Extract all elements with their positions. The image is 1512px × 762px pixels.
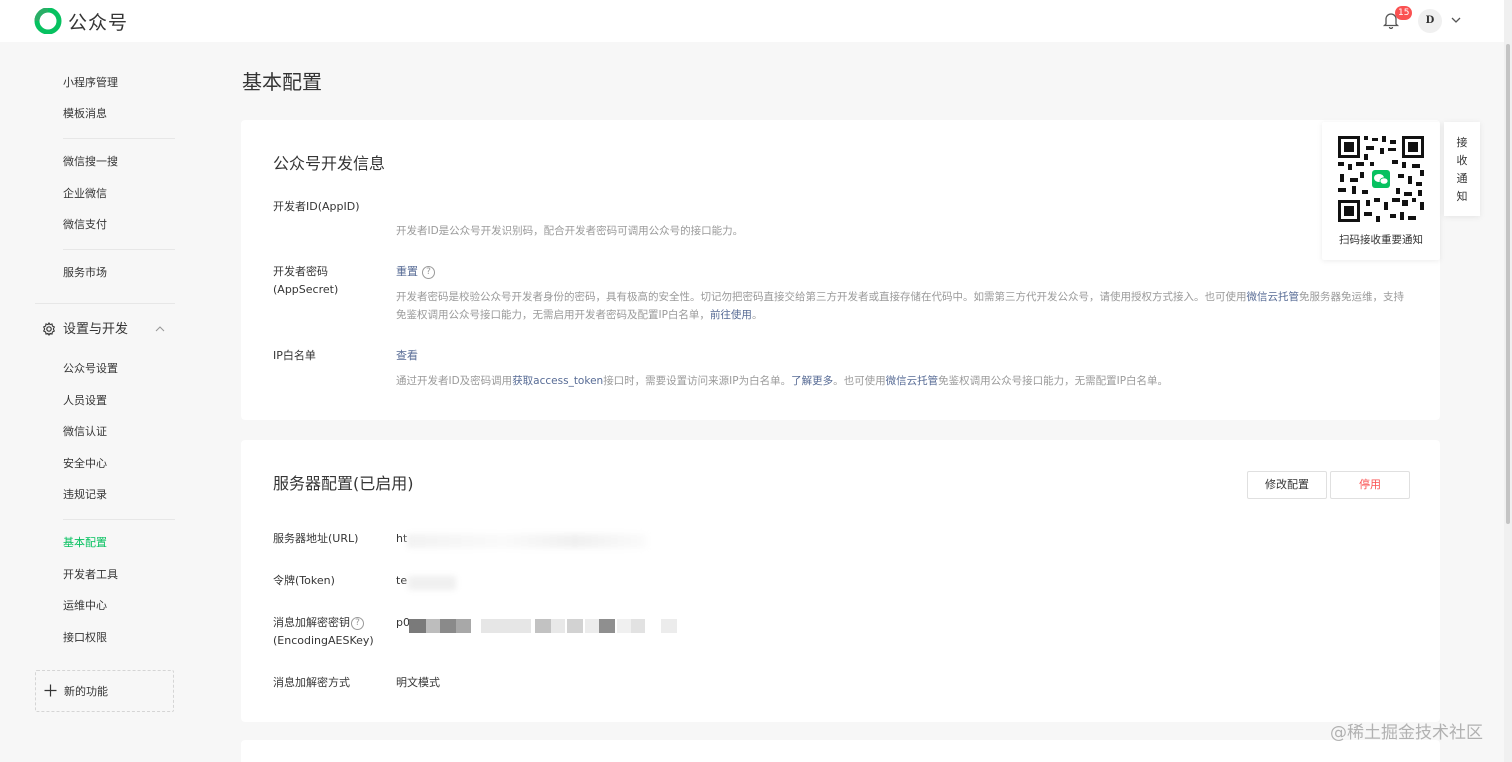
wechat-official-account-logo-icon[interactable]	[34, 8, 62, 34]
gear-icon	[42, 322, 56, 336]
sidebar-item-basic-config[interactable]: 基本配置	[63, 534, 107, 552]
sidebar-item-wechat-search[interactable]: 微信搜一搜	[63, 153, 118, 171]
ip-desc-text-1: 通过开发者ID及密码调用	[396, 375, 513, 387]
redacted-token	[408, 576, 456, 590]
sidebar-item-wechat-verification[interactable]: 微信认证	[63, 423, 107, 441]
receive-notification-tab[interactable]: 接 收 通 知	[1444, 122, 1480, 216]
sidebar-section-settings-dev[interactable]: 设置与开发	[42, 320, 172, 340]
sidebar-divider	[63, 519, 175, 520]
dev-info-card: 公众号开发信息 开发者ID(AppID) 开发者ID是公众号开发识别码，配合开发…	[241, 120, 1440, 420]
server-url-value: ht	[396, 530, 407, 548]
appsecret-desc-text-3: 。	[751, 309, 763, 321]
modify-config-button[interactable]: 修改配置	[1247, 471, 1327, 499]
app-title[interactable]: 公众号	[68, 8, 128, 35]
ip-desc-text-3: 。也可使用	[833, 375, 886, 387]
token-visible-text: te	[396, 574, 408, 587]
aes-key-value: p0	[396, 614, 410, 632]
encrypt-mode-label: 消息加解密方式	[273, 676, 350, 689]
notification-count-badge: 15	[1395, 6, 1413, 20]
sidebar: 小程序管理 模板消息 微信搜一搜 企业微信 微信支付 服务市场 设置与开发 公众…	[0, 42, 200, 762]
sidebar-item-violation-records[interactable]: 违规记录	[63, 486, 107, 504]
aes-key-label-line1: 消息加解密密钥	[273, 616, 350, 629]
page-title: 基本配置	[242, 70, 322, 94]
cloud-hosting-link[interactable]: 微信云托管	[1247, 291, 1300, 303]
sidebar-item-miniprogram[interactable]: 小程序管理	[63, 74, 118, 92]
sidebar-item-ops-center[interactable]: 运维中心	[63, 597, 107, 615]
tab-char: 收	[1456, 154, 1468, 167]
server-config-card: 服务器配置(已启用) 修改配置 停用 服务器地址(URL) ht 令牌(Toke…	[241, 440, 1440, 722]
encrypt-mode-value: 明文模式	[396, 676, 440, 689]
ip-desc-text-4: 免鉴权调用公众号接口能力，无需配置IP白名单。	[938, 375, 1169, 387]
qr-code-icon[interactable]	[1336, 134, 1426, 224]
view-ip-whitelist-link[interactable]: 查看	[396, 347, 418, 365]
qr-notification-panel: 扫码接收重要通知	[1322, 122, 1440, 260]
server-url-label: 服务器地址(URL)	[273, 532, 359, 545]
server-url-visible-text: ht	[396, 532, 408, 545]
help-icon[interactable]: ?	[422, 265, 435, 279]
sidebar-item-account-settings[interactable]: 公众号设置	[63, 360, 118, 378]
tab-char: 通	[1456, 172, 1468, 185]
chevron-up-icon[interactable]	[154, 324, 166, 334]
new-feature-button[interactable]: 新的功能	[35, 670, 174, 712]
sidebar-item-staff-settings[interactable]: 人员设置	[63, 392, 107, 410]
sidebar-divider	[63, 249, 175, 250]
token-label: 令牌(Token)	[273, 574, 335, 587]
go-use-link[interactable]: 前往使用	[710, 309, 752, 321]
access-token-link[interactable]: 获取access_token	[512, 375, 603, 387]
sidebar-divider	[63, 138, 175, 139]
appid-label: 开发者ID(AppID)	[273, 200, 360, 213]
tab-char: 接	[1456, 136, 1468, 149]
sidebar-item-wecom[interactable]: 企业微信	[63, 185, 107, 203]
aes-key-label: 消息加解密密钥? (EncodingAESKey)	[273, 614, 393, 650]
sidebar-item-service-market[interactable]: 服务市场	[63, 264, 107, 282]
ip-whitelist-description: 通过开发者ID及密码调用获取access_token接口时，需要设置访问来源IP…	[396, 372, 1408, 390]
aes-key-label-line2: (EncodingAESKey)	[273, 634, 374, 647]
scrollbar-thumb[interactable]	[1506, 44, 1510, 524]
sidebar-divider	[35, 303, 175, 304]
sidebar-item-developer-tools[interactable]: 开发者工具	[63, 566, 118, 584]
tab-char: 知	[1456, 190, 1468, 203]
disable-button[interactable]: 停用	[1330, 471, 1410, 499]
watermark: @稀土掘金技术社区	[1330, 723, 1483, 743]
qr-caption: 扫码接收重要通知	[1339, 234, 1423, 246]
reset-secret-link[interactable]: 重置	[396, 265, 418, 278]
help-icon[interactable]: ?	[351, 616, 364, 630]
sidebar-item-security-center[interactable]: 安全中心	[63, 455, 107, 473]
chevron-down-icon[interactable]	[1450, 14, 1462, 26]
token-value: te	[396, 572, 407, 590]
new-feature-label: 新的功能	[64, 685, 108, 698]
appsecret-actions: 重置?	[396, 263, 435, 281]
next-section-card	[241, 740, 1440, 762]
appsecret-description: 开发者密码是校验公众号开发者身份的密码，具有极高的安全性。切记勿把密码直接交给第…	[396, 288, 1408, 324]
dev-info-title: 公众号开发信息	[273, 154, 386, 173]
sidebar-item-api-permissions[interactable]: 接口权限	[63, 629, 107, 647]
top-bar: 公众号 15 D	[0, 0, 1512, 42]
sidebar-section-title: 设置与开发	[63, 322, 129, 337]
aes-key-visible-text: p0	[396, 616, 410, 629]
appsecret-label: 开发者密码(AppSecret)	[273, 265, 339, 296]
server-config-title: 服务器配置(已启用)	[273, 474, 414, 493]
appid-description: 开发者ID是公众号开发识别码，配合开发者密码可调用公众号的接口能力。	[396, 225, 744, 237]
cloud-hosting-link-2[interactable]: 微信云托管	[886, 375, 939, 387]
sidebar-item-wechat-pay[interactable]: 微信支付	[63, 216, 107, 234]
sidebar-item-template-message[interactable]: 模板消息	[63, 105, 107, 123]
appsecret-desc-text-1: 开发者密码是校验公众号开发者身份的密码，具有极高的安全性。切记勿把密码直接交给第…	[396, 291, 1247, 303]
plus-icon	[44, 684, 57, 697]
ip-whitelist-label: IP白名单	[273, 349, 316, 362]
redacted-url	[407, 534, 647, 548]
ip-desc-text-2: 接口时，需要设置访问来源IP为白名单。	[603, 375, 792, 387]
avatar[interactable]: D	[1418, 9, 1442, 33]
learn-more-link[interactable]: 了解更多	[791, 375, 833, 387]
